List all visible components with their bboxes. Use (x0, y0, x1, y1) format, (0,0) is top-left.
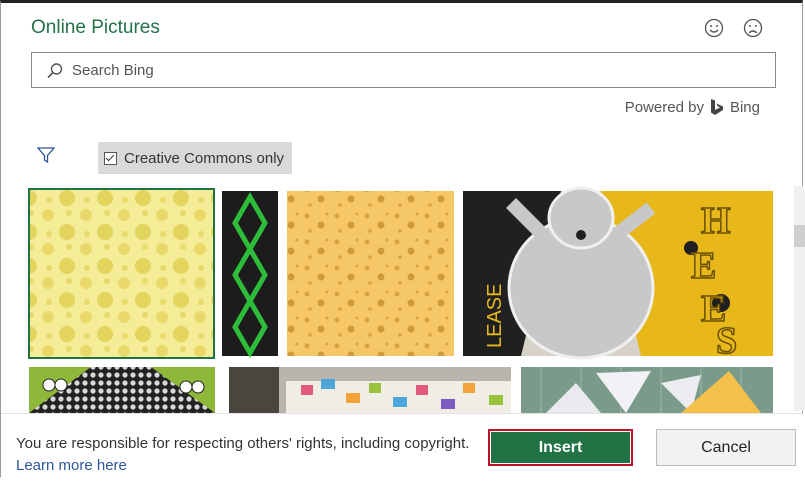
insert-button[interactable]: Insert (488, 429, 633, 466)
frog-fabric-image[interactable] (29, 367, 215, 413)
results-scrollbar[interactable] (794, 186, 805, 411)
yellow-polka-dot-image[interactable] (28, 188, 215, 359)
svg-text:E: E (691, 245, 716, 287)
learn-more-link[interactable]: Learn more here (16, 457, 127, 474)
fabric-triangles-image[interactable] (521, 367, 773, 413)
image-results-grid: LEASE HEES (28, 186, 773, 413)
rights-notice: You are responsible for respecting other… (16, 433, 476, 477)
svg-text:S: S (716, 320, 737, 362)
quilt-pattern-image[interactable] (229, 367, 511, 413)
dialog-footer: You are responsible for respecting other… (1, 413, 804, 483)
swiss-cheese-image[interactable] (287, 191, 454, 356)
results-scroll-thumb[interactable] (794, 225, 805, 247)
green-chain-image[interactable] (222, 191, 278, 359)
cancel-button[interactable]: Cancel (656, 429, 796, 466)
svg-text:H: H (701, 200, 731, 242)
online-pictures-dialog: Online Pictures Powered by Bing Creative… (0, 0, 805, 483)
cheese-mouse-card-image[interactable]: LEASE HEES (463, 186, 773, 363)
svg-text:LEASE: LEASE (484, 284, 506, 348)
rights-notice-text: You are responsible for respecting other… (16, 435, 470, 452)
